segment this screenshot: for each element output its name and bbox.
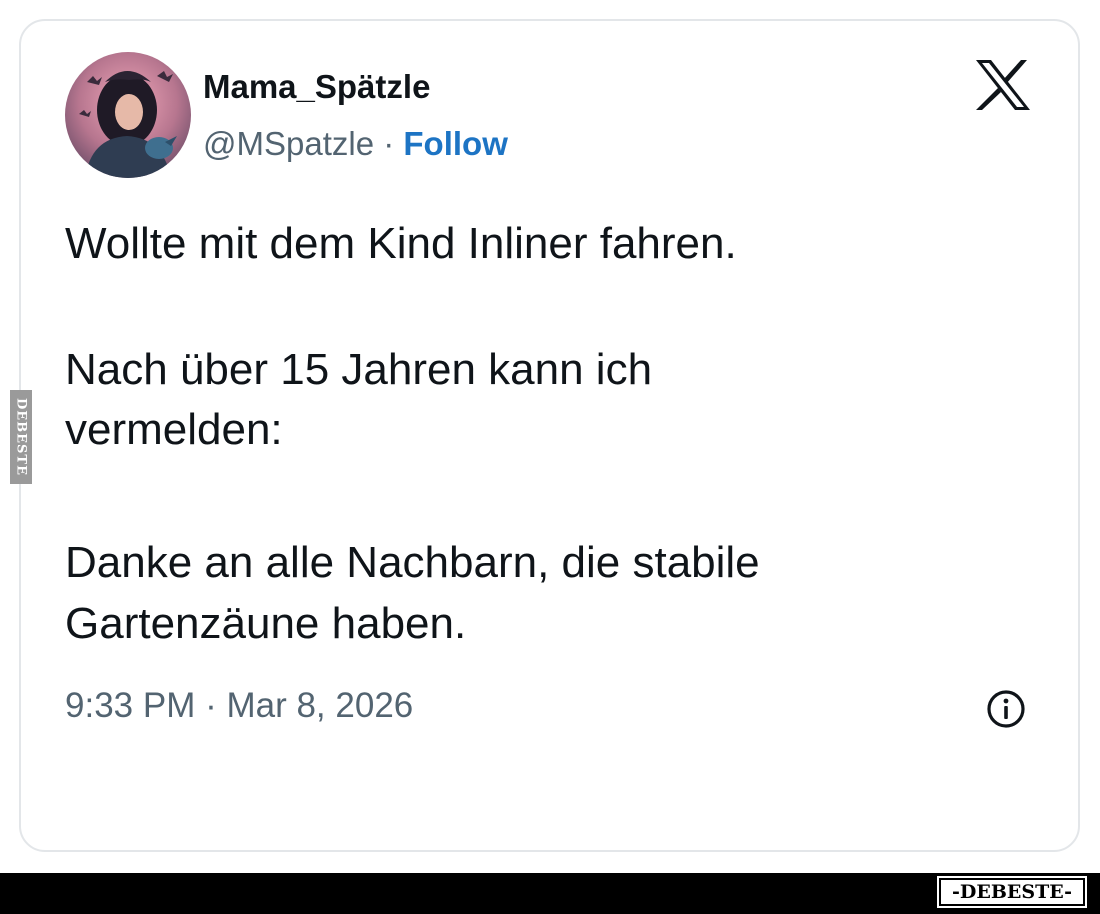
tweet-time: 9:33 PM	[65, 686, 196, 725]
tweet-text-line: Wollte mit dem Kind Inliner fahren.	[65, 219, 737, 268]
info-icon[interactable]	[985, 688, 1027, 730]
tweet-text-line: Nach über 15 Jahren kann ich	[65, 345, 653, 394]
footer-watermark-logo: -DEBESTE-	[937, 876, 1087, 908]
display-name[interactable]: Mama_Spätzle	[203, 68, 430, 106]
tweet-text-line: vermelden:	[65, 405, 283, 454]
tweet-text-line: Gartenzäune haben.	[65, 599, 467, 648]
handle[interactable]: @MSpatzle	[203, 125, 374, 162]
avatar-image	[65, 52, 191, 178]
handle-separator: ·	[374, 125, 404, 162]
tweet-text-line: Danke an alle Nachbarn, die stabile	[65, 538, 760, 587]
avatar[interactable]	[65, 52, 191, 178]
side-watermark-text: DEBESTE	[13, 397, 29, 477]
tweet-date: Mar 8, 2026	[226, 686, 414, 725]
follow-button[interactable]: Follow	[403, 125, 507, 162]
tweet-timestamp[interactable]: 9:33 PM · Mar 8, 2026	[65, 686, 413, 726]
footer-bar	[0, 873, 1100, 914]
x-logo-icon[interactable]	[974, 58, 1032, 112]
handle-row: @MSpatzle · Follow	[203, 125, 508, 163]
meta-separator: ·	[195, 686, 227, 725]
side-watermark: DEBESTE	[10, 390, 32, 484]
